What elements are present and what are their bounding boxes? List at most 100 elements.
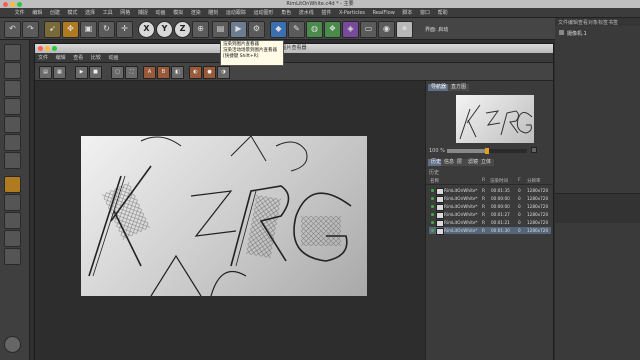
zoom-slider-handle[interactable]: [485, 147, 489, 154]
floor-icon[interactable]: ▭: [360, 21, 377, 38]
menu-snap[interactable]: 捕捉: [135, 8, 151, 18]
nurbs-icon[interactable]: ◍: [306, 21, 323, 38]
tweak-mode-icon[interactable]: [4, 194, 21, 211]
menu-file[interactable]: 文件: [12, 8, 28, 18]
menu-character[interactable]: 角色: [278, 8, 294, 18]
ab-compare-icon[interactable]: A: [143, 66, 156, 79]
save-icon[interactable]: ▦: [53, 66, 66, 79]
menu-mesh[interactable]: 网格: [117, 8, 133, 18]
pv-close-button[interactable]: [38, 46, 43, 51]
menu-help[interactable]: 帮助: [435, 8, 451, 18]
render-to-picture-viewer-icon[interactable]: ▶: [230, 21, 247, 38]
dock-tab-bookmarks[interactable]: 书签: [608, 19, 618, 26]
y-axis-lock-button[interactable]: Y: [156, 21, 173, 38]
col-render-time[interactable]: 渲染时间: [490, 178, 508, 184]
zoom-window-button[interactable]: [17, 1, 22, 7]
render-icon[interactable]: ▶: [75, 66, 88, 79]
select-tool-icon[interactable]: ➹: [44, 21, 61, 38]
pv-minimize-button[interactable]: [45, 46, 50, 51]
axis-mode-icon[interactable]: [4, 176, 21, 193]
lock-workplane-icon[interactable]: [4, 230, 21, 247]
polygons-mode-icon[interactable]: [4, 152, 21, 169]
history-row[interactable]: RimLitOnWhite* R 00:01:30 0 1280x720: [429, 227, 551, 235]
menu-pipeline[interactable]: 流水线: [296, 8, 317, 18]
history-row[interactable]: RimLitOnWhite* R 00:01:21 0 1280x720: [429, 219, 551, 227]
array-icon[interactable]: ❖: [324, 21, 341, 38]
pv-menu-compare[interactable]: 比较: [88, 53, 104, 63]
menu-simulate[interactable]: 模拟: [170, 8, 186, 18]
menu-realflow[interactable]: RealFlow: [370, 8, 398, 18]
move-tool-icon[interactable]: ✥: [62, 21, 79, 38]
workplane-icon[interactable]: [4, 98, 21, 115]
col-r[interactable]: R: [482, 178, 485, 183]
redo-icon[interactable]: ↷: [22, 21, 39, 38]
open-icon[interactable]: ▤: [39, 66, 52, 79]
pv-zoom-button[interactable]: [52, 46, 57, 51]
pv-menu-view[interactable]: 查看: [70, 53, 86, 63]
history-row[interactable]: RimLitOnWhite* R 00:01:27 0 1280x720: [429, 211, 551, 219]
dock-tab-object[interactable]: 对象: [588, 19, 598, 26]
pv-menu-animation[interactable]: 动画: [105, 53, 121, 63]
menu-script[interactable]: 脚本: [399, 8, 415, 18]
menu-animate[interactable]: 动画: [152, 8, 168, 18]
scale-tool-icon[interactable]: ▣: [80, 21, 97, 38]
menu-sculpt[interactable]: 雕刻: [205, 8, 221, 18]
rgb-icon[interactable]: ●: [203, 66, 216, 79]
stop-render-icon[interactable]: ■: [89, 66, 102, 79]
texture-mode-icon[interactable]: [4, 80, 21, 97]
history-row[interactable]: RimLitOnWhite* R 00:00:00 0 1280x720: [429, 195, 551, 203]
col-name[interactable]: 名称: [430, 178, 439, 184]
alpha-icon[interactable]: ◑: [217, 66, 230, 79]
menu-mograph[interactable]: 运动图形: [251, 8, 277, 18]
menu-tools[interactable]: 工具: [100, 8, 116, 18]
zoom-value[interactable]: 100 %: [429, 148, 445, 154]
picture-viewer-canvas[interactable]: [35, 81, 425, 360]
history-row[interactable]: RimLitOnWhite* R 00:01:35 0 1280x720: [429, 187, 551, 195]
layout-label[interactable]: 界面: 启动: [425, 26, 448, 33]
light-icon[interactable]: ✷: [396, 21, 413, 38]
menu-x-particles[interactable]: X-Particles: [336, 8, 368, 18]
menu-motion-tracker[interactable]: 运动跟踪: [223, 8, 249, 18]
tab-navigator[interactable]: 导航器: [428, 84, 450, 91]
dock-tab-edit[interactable]: 编辑: [568, 19, 578, 26]
menu-create[interactable]: 创建: [47, 8, 63, 18]
minimize-window-button[interactable]: [10, 1, 15, 7]
channel-icon[interactable]: ◐: [189, 66, 202, 79]
col-resolution[interactable]: 分辨率: [527, 178, 541, 184]
tab-stereo[interactable]: 立体: [478, 159, 495, 166]
zoom-slider[interactable]: [447, 147, 527, 154]
col-f[interactable]: F: [518, 178, 521, 183]
sphere-icon[interactable]: [4, 336, 21, 353]
menu-plugins[interactable]: 插件: [318, 8, 334, 18]
model-mode-icon[interactable]: [4, 62, 21, 79]
make-editable-icon[interactable]: [4, 44, 21, 61]
pv-menu-edit[interactable]: 编辑: [53, 53, 69, 63]
camera-icon[interactable]: ◉: [378, 21, 395, 38]
recent-tool-icon[interactable]: ✛: [116, 21, 133, 38]
region-icon[interactable]: ▢: [111, 66, 124, 79]
dock-tab-tags[interactable]: 标签: [598, 19, 608, 26]
snap-icon[interactable]: [4, 212, 21, 229]
menu-select[interactable]: 选择: [82, 8, 98, 18]
split-view-icon[interactable]: ◧: [171, 66, 184, 79]
render-view-icon[interactable]: ▤: [212, 21, 229, 38]
menu-window[interactable]: 窗口: [417, 8, 433, 18]
x-axis-lock-button[interactable]: X: [138, 21, 155, 38]
dock-tab-view[interactable]: 查看: [578, 19, 588, 26]
object-row-camera[interactable]: 摄像机.1: [555, 30, 640, 37]
fullscreen-icon[interactable]: ⛶: [125, 66, 138, 79]
cube-icon[interactable]: ◆: [270, 21, 287, 38]
deformer-icon[interactable]: ◈: [342, 21, 359, 38]
points-mode-icon[interactable]: [4, 116, 21, 133]
planar-workplane-icon[interactable]: [4, 248, 21, 265]
menu-render[interactable]: 渲染: [188, 8, 204, 18]
menu-mode[interactable]: 模式: [64, 8, 80, 18]
coordinate-system-icon[interactable]: ⊕: [192, 21, 209, 38]
zoom-fit-icon[interactable]: [531, 147, 537, 153]
history-row[interactable]: RimLitOnWhite* R 00:00:00 0 1280x720: [429, 203, 551, 211]
tab-histogram[interactable]: 直方图: [448, 84, 470, 91]
edges-mode-icon[interactable]: [4, 134, 21, 151]
pv-menu-file[interactable]: 文件: [35, 53, 51, 63]
undo-icon[interactable]: ↶: [4, 21, 21, 38]
tab-layer[interactable]: 层: [454, 159, 466, 166]
